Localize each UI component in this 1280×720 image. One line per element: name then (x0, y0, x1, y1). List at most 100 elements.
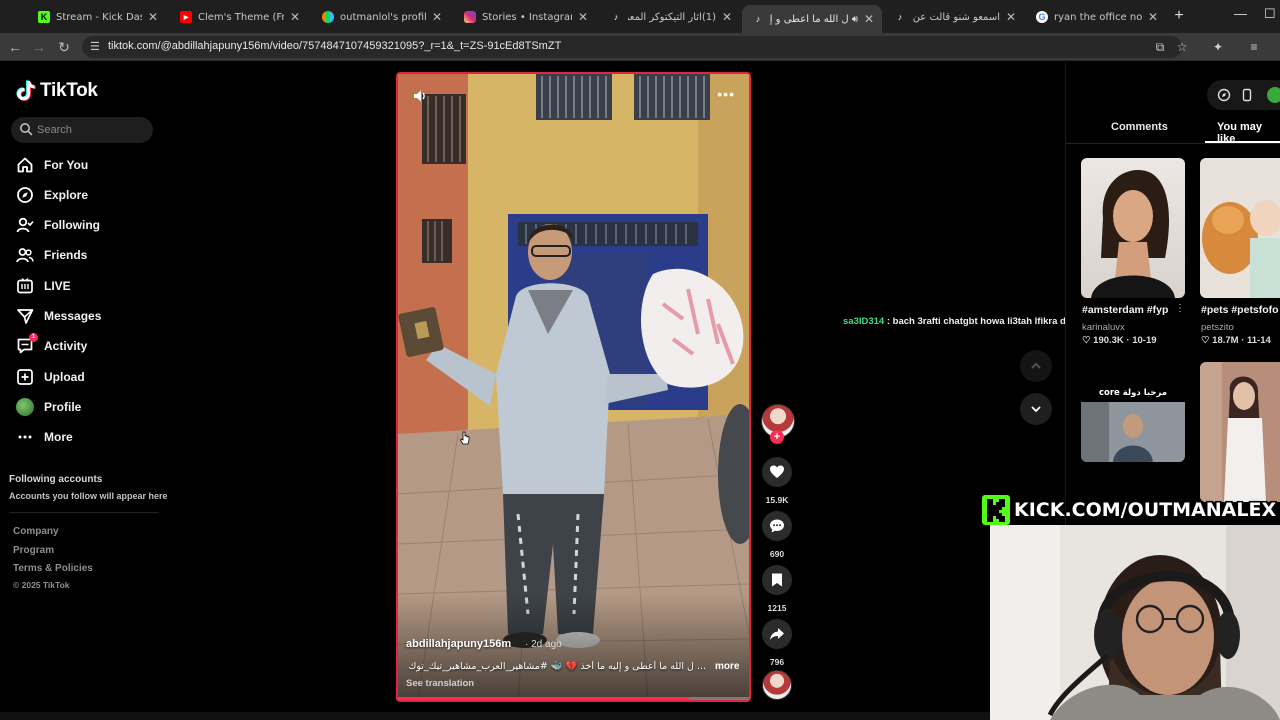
nav-following[interactable]: Following (16, 214, 100, 236)
speaker-icon[interactable]: 🔊︎ (852, 14, 858, 25)
recommended-video-card[interactable] (1200, 158, 1280, 298)
nav-explore[interactable]: Explore (16, 184, 88, 206)
video-player[interactable]: ••• abdillahjapuny156m · 2d ago ... ل ال… (396, 72, 751, 702)
reading-list-icon[interactable]: ≡ (1246, 39, 1262, 55)
nav-more[interactable]: More (16, 426, 73, 448)
back-icon[interactable]: ← (6, 38, 24, 56)
search-input[interactable] (37, 121, 147, 139)
search-icon (20, 123, 33, 136)
following-accounts-title: Following accounts (9, 474, 103, 485)
video-options-icon[interactable]: ••• (717, 86, 735, 102)
copyright: © 2025 TikTok (13, 580, 70, 590)
tab-comments[interactable]: Comments (1111, 121, 1168, 133)
nav-for-you[interactable]: For You (16, 154, 88, 176)
reload-icon[interactable]: ↻ (55, 38, 73, 56)
browser-tab-youtube[interactable]: ▶ Clem's Theme (Freaks and ✕ (170, 5, 308, 29)
card-overlay-text: مرحبا دولة core (1098, 388, 1168, 398)
browser-tab-tiktok-3[interactable]: ♪ اسمعو شنو قالت عن المرا ✕ (884, 5, 1024, 29)
close-icon[interactable]: ✕ (1146, 10, 1160, 24)
device-icon[interactable] (1240, 88, 1254, 102)
video-caption: ... ل الله ما أعطى و إليه ما أخذ 💔 🐳 #مش… (408, 661, 707, 672)
chat-username: sa3ID314 (843, 316, 885, 327)
nav-activity[interactable]: 1 Activity (16, 333, 87, 357)
letterboxd-icon (322, 11, 334, 23)
webcam-feed (990, 525, 1280, 720)
compass-icon (16, 186, 34, 204)
minimize-icon[interactable]: — (1234, 6, 1247, 21)
browser-tab-letterboxd[interactable]: outmanlol's profile • Letterb ✕ (312, 5, 450, 29)
tab-strip: K Stream - Kick Dashboard ✕ ▶ Clem's The… (0, 0, 1280, 33)
video-frame (398, 74, 749, 700)
volume-icon[interactable] (412, 88, 428, 104)
browser-tab-google[interactable]: G ryan the office notebook ✕ (1026, 5, 1166, 29)
see-translation-link[interactable]: See translation (406, 678, 474, 689)
recommended-video-card[interactable] (1200, 362, 1280, 502)
site-info-icon[interactable]: ☰ (90, 40, 104, 54)
nav-live[interactable]: LIVE (16, 275, 71, 297)
close-icon[interactable]: ✕ (430, 10, 444, 24)
browser-tab-instagram[interactable]: Stories • Instagram ✕ (454, 5, 596, 29)
close-icon[interactable]: ✕ (862, 12, 876, 26)
card-title[interactable]: #pets #petsfofo (1201, 304, 1280, 316)
nav-upload[interactable]: Upload (16, 366, 85, 388)
user-avatar[interactable] (1267, 87, 1280, 103)
nav-messages[interactable]: Messages (16, 305, 101, 327)
maximize-icon[interactable]: ☐ (1264, 6, 1276, 22)
next-video-button[interactable] (1020, 393, 1052, 425)
video-author[interactable]: abdillahjapuny156m (406, 638, 511, 650)
footer-link-company[interactable]: Company (13, 526, 59, 537)
previous-video-button[interactable] (1020, 350, 1052, 382)
live-icon (16, 277, 34, 295)
share-button[interactable]: 796 (761, 619, 793, 667)
bookmark-star-icon[interactable]: ☆ (1174, 39, 1190, 55)
browser-tab-tiktok-active[interactable]: ♪ ل الله ما أعطى و إليه 🔊︎ ✕ (742, 5, 882, 33)
home-icon (16, 156, 34, 174)
chevron-down-icon (1031, 406, 1041, 413)
new-tab-button[interactable]: + (1170, 7, 1188, 25)
caption-more-button[interactable]: more (715, 661, 739, 672)
more-icon (16, 428, 34, 446)
nav-profile[interactable]: Profile (16, 396, 81, 418)
recommended-video-card[interactable]: مرحبا دولة core (1081, 362, 1185, 462)
sound-disc-button[interactable] (761, 670, 793, 700)
stream-chat-message: sa3ID314 : bach 3rafti chatgbt howa li3t… (843, 316, 1102, 327)
footer-link-terms[interactable]: Terms & Policies (13, 563, 93, 574)
search-box[interactable] (11, 117, 153, 143)
browser-tab-kick[interactable]: K Stream - Kick Dashboard ✕ (28, 5, 166, 29)
like-count: 15.9K (765, 495, 789, 505)
close-icon[interactable]: ✕ (720, 10, 734, 24)
tiktok-logo[interactable]: TikTok (16, 80, 98, 102)
share-icon (762, 619, 792, 649)
forward-icon[interactable]: → (30, 38, 48, 56)
following-icon (16, 216, 34, 234)
compass-icon[interactable] (1217, 88, 1231, 102)
close-icon[interactable]: ✕ (1004, 10, 1018, 24)
save-button[interactable]: 1215 (761, 565, 793, 613)
kick-url-text: KICK.COM/OUTMANALEX (1014, 499, 1277, 521)
messages-icon (16, 307, 34, 325)
author-avatar-button[interactable]: + (761, 404, 795, 444)
chevron-up-icon (1031, 362, 1041, 369)
video-time: · 2d ago (525, 639, 562, 650)
browser-tab-tiktok-1[interactable]: ♪ (1)آثار التيكتوكر المعروف ب ✕ (600, 5, 740, 29)
nav-friends[interactable]: Friends (16, 244, 87, 266)
footer-link-program[interactable]: Program (13, 545, 54, 556)
close-icon[interactable]: ✕ (576, 10, 590, 24)
card-author[interactable]: petszito (1201, 322, 1234, 333)
video-progress-bar[interactable] (398, 697, 749, 700)
address-bar[interactable]: ☰ tiktok.com/@abdillahjapuny156m/video/7… (82, 36, 1182, 58)
extensions-icon[interactable]: ✦ (1210, 39, 1226, 55)
install-app-icon[interactable]: ⧉ (1152, 39, 1168, 55)
close-icon[interactable]: ✕ (288, 10, 302, 24)
comment-button[interactable]: 690 (761, 511, 793, 559)
card-author[interactable]: karinaluvx (1082, 322, 1125, 333)
card-options-icon[interactable]: ⋮ (1175, 303, 1185, 314)
follow-plus-icon[interactable]: + (770, 430, 784, 444)
screen: K Stream - Kick Dashboard ✕ ▶ Clem's The… (0, 0, 1280, 720)
recommended-video-card[interactable] (1081, 158, 1185, 298)
card-title[interactable]: #amsterdam #fyp (1082, 304, 1168, 316)
like-button[interactable]: 15.9K (761, 457, 793, 505)
friends-icon (16, 246, 34, 264)
address-row: ← → ↻ ☰ tiktok.com/@abdillahjapuny156m/v… (0, 33, 1280, 61)
close-icon[interactable]: ✕ (146, 10, 160, 24)
